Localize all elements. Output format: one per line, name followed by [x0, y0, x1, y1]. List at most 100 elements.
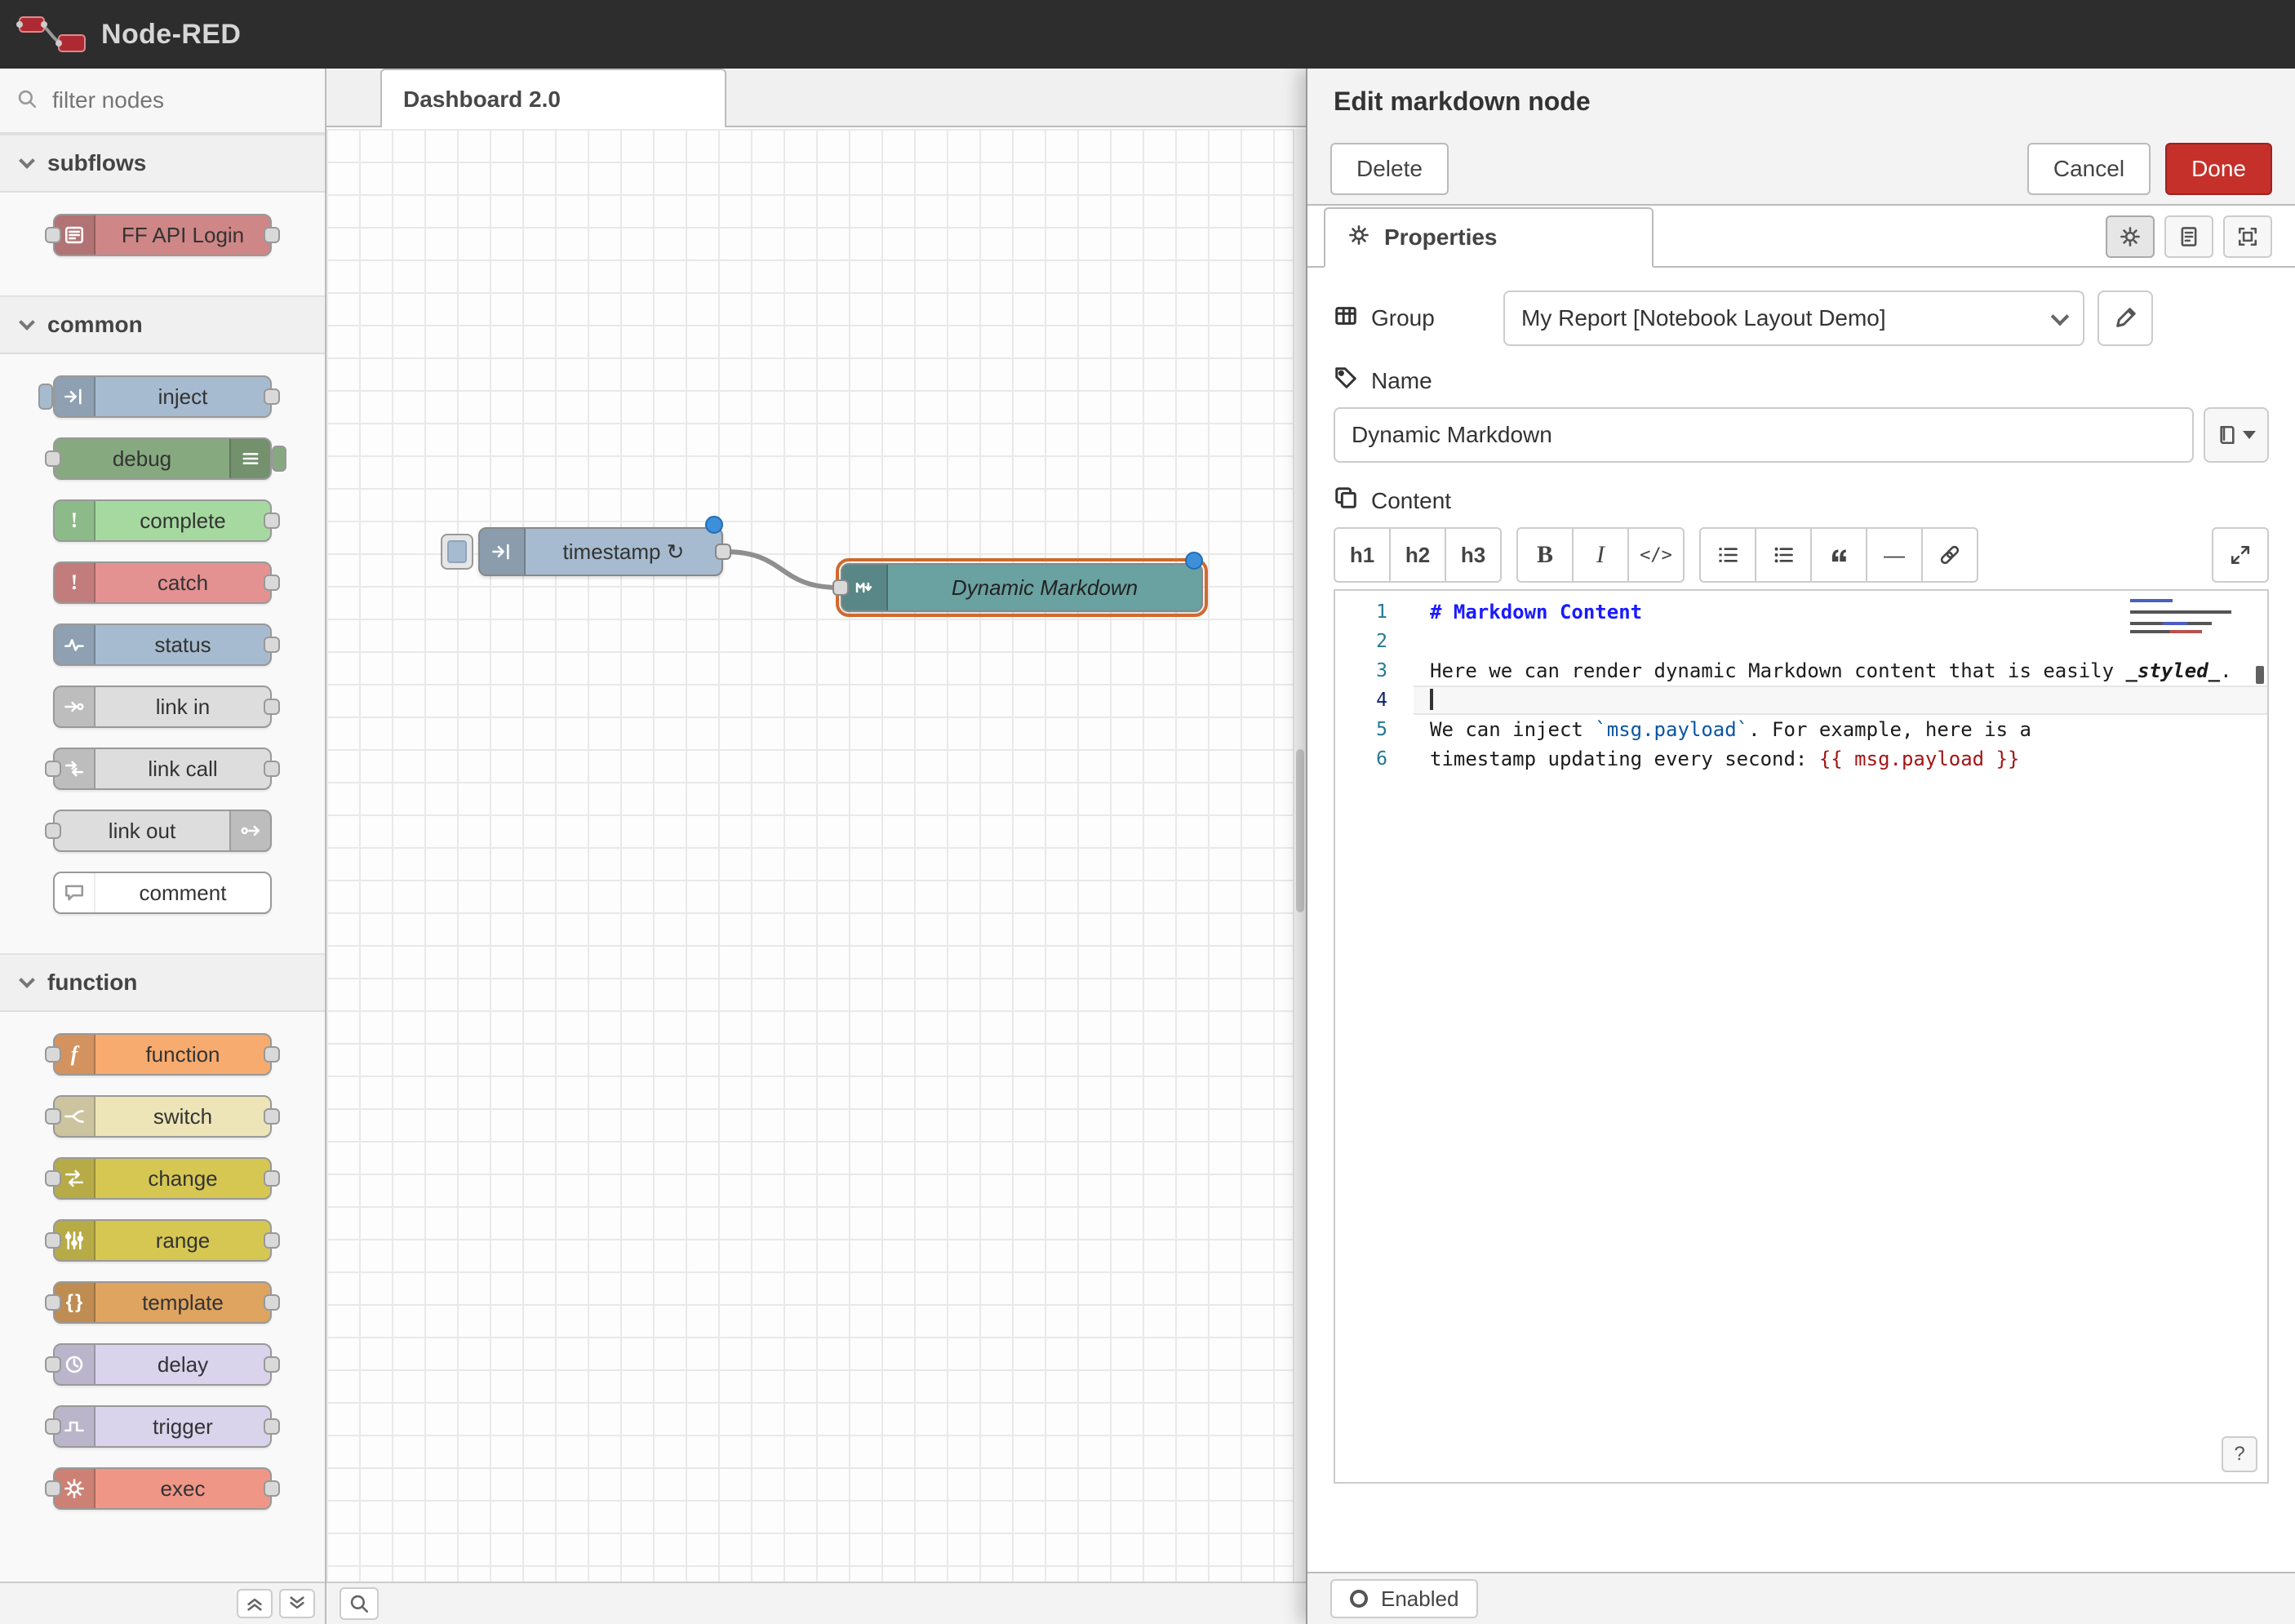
expand-all-categories-button[interactable]	[279, 1589, 315, 1618]
edit-group-pencil-button[interactable]	[2097, 291, 2153, 346]
palette-node-label: link out	[55, 811, 229, 850]
bold-button[interactable]: B	[1516, 527, 1574, 583]
chevron-down-icon	[19, 972, 35, 988]
palette-node-label: template	[95, 1283, 270, 1322]
palette-node-delay[interactable]: delay	[53, 1343, 272, 1386]
palette-node-inject[interactable]: inject	[53, 375, 272, 418]
description-doc-button[interactable]	[2164, 215, 2213, 258]
palette-node-comment[interactable]: comment	[53, 872, 272, 914]
palette-node-change[interactable]: change	[53, 1157, 272, 1200]
palette-search[interactable]	[0, 69, 325, 134]
tag-icon	[1334, 366, 1358, 396]
flow-canvas[interactable]: timestamp ↻ Dynamic Markdown	[326, 129, 1293, 1582]
debug-toggle-nub	[272, 446, 286, 472]
palette-node-function[interactable]: f function	[53, 1033, 272, 1076]
tab-dashboard-2[interactable]: Dashboard 2.0	[380, 69, 726, 127]
palette-node-link-in[interactable]: link in	[53, 686, 272, 728]
palette-node-complete[interactable]: ! complete	[53, 499, 272, 542]
blockquote-button[interactable]	[1810, 527, 1867, 583]
palette-node-template[interactable]: { } template	[53, 1281, 272, 1324]
editor-line-5: 5 We can inject `msg.payload`. For examp…	[1335, 715, 2267, 744]
appearance-layout-button[interactable]	[2223, 215, 2272, 258]
scrollbar-thumb[interactable]	[1296, 749, 1304, 912]
code-line[interactable]: Here we can render dynamic Markdown cont…	[1414, 656, 2267, 686]
markdown-icon	[842, 565, 888, 610]
input-port	[45, 1108, 61, 1125]
italic-button[interactable]: I	[1572, 527, 1629, 583]
tray-tabbar: Properties	[1307, 206, 2295, 268]
collapse-all-categories-button[interactable]	[237, 1589, 273, 1618]
overview-ruler-cursor-mark	[2256, 666, 2264, 684]
tab-properties[interactable]: Properties	[1324, 207, 1654, 268]
navigator-search-button[interactable]	[340, 1587, 379, 1620]
code-button[interactable]: </>	[1627, 527, 1685, 583]
palette-node-label: comment	[95, 873, 270, 912]
line-number: 5	[1335, 715, 1414, 744]
palette-category-common[interactable]: common	[0, 295, 325, 354]
tray-footer: Enabled	[1307, 1572, 2295, 1624]
h2-button[interactable]: h2	[1389, 527, 1446, 583]
output-port	[264, 227, 280, 243]
edit-node-tray: Edit markdown node Delete Cancel Done Pr…	[1306, 69, 2295, 1624]
palette-node-range[interactable]: range	[53, 1219, 272, 1262]
h1-button[interactable]: h1	[1334, 527, 1391, 583]
flow-node-dynamic-markdown[interactable]: Dynamic Markdown	[841, 563, 1203, 612]
wire-layer	[326, 129, 1293, 1582]
h3-button[interactable]: h3	[1445, 527, 1502, 583]
workspace: Dashboard 2.0 timestamp ↻	[326, 69, 1306, 1624]
expand-editor-button[interactable]	[2212, 527, 2269, 583]
name-input[interactable]	[1334, 407, 2194, 463]
code-line[interactable]: timestamp updating every second: {{ msg.…	[1414, 744, 2267, 774]
editor-help-button[interactable]: ?	[2222, 1436, 2257, 1472]
cancel-button[interactable]: Cancel	[2027, 143, 2151, 195]
link-chain-button[interactable]	[1921, 527, 1978, 583]
wire-timestamp-to-markdown[interactable]	[725, 552, 839, 588]
palette-node-switch[interactable]: switch	[53, 1095, 272, 1138]
palette-node-ff-api-login[interactable]: FF API Login	[53, 214, 272, 256]
app-header: Node-RED	[0, 0, 2295, 69]
output-port	[264, 699, 280, 715]
palette-node-debug[interactable]: debug	[53, 437, 272, 480]
tray-tab-icons	[2106, 215, 2272, 258]
input-port[interactable]	[832, 579, 849, 596]
palette-node-status[interactable]: status	[53, 623, 272, 666]
palette-node-link-call[interactable]: link call	[53, 748, 272, 790]
palette-node-exec[interactable]: exec	[53, 1467, 272, 1510]
tray-toolbar: Delete Cancel Done	[1307, 134, 2295, 206]
output-port	[264, 1480, 280, 1497]
palette-category-function[interactable]: function	[0, 953, 325, 1012]
editor-minimap[interactable]	[2130, 599, 2248, 638]
palette-node-link-out[interactable]: link out	[53, 810, 272, 852]
ordered-list-button[interactable]	[1699, 527, 1756, 583]
delete-button[interactable]: Delete	[1330, 143, 1449, 195]
output-port	[264, 1046, 280, 1063]
markdown-code-editor[interactable]: 1 # Markdown Content 2 3 Here we can ren…	[1334, 589, 2269, 1484]
line-number: 3	[1335, 656, 1414, 686]
line-number: 4	[1335, 686, 1414, 715]
editor-line-1: 1 # Markdown Content	[1335, 597, 2267, 627]
name-options-book-button[interactable]	[2204, 407, 2269, 463]
done-button[interactable]: Done	[2165, 143, 2272, 195]
node-red-logo	[16, 12, 88, 56]
horizontal-rule-button[interactable]: —	[1866, 527, 1923, 583]
palette-node-catch[interactable]: ! catch	[53, 561, 272, 604]
code-line[interactable]: We can inject `msg.payload`. For example…	[1414, 715, 2267, 744]
group-select[interactable]: My Report [Notebook Layout Demo]	[1503, 291, 2084, 346]
canvas-vertical-scrollbar[interactable]	[1293, 129, 1306, 1582]
palette-filter-input[interactable]	[49, 86, 277, 115]
unordered-list-button[interactable]	[1755, 527, 1812, 583]
flow-node-timestamp[interactable]: timestamp ↻	[478, 527, 723, 576]
palette-category-subflows[interactable]: subflows	[0, 134, 325, 193]
node-enabled-toggle[interactable]: Enabled	[1330, 1579, 1478, 1618]
output-port[interactable]	[715, 544, 731, 560]
tray-title: Edit markdown node	[1307, 69, 2295, 134]
inject-trigger-button[interactable]	[441, 534, 473, 570]
line-number: 2	[1335, 627, 1414, 656]
editor-line-6: 6 timestamp updating every second: {{ ms…	[1335, 744, 2267, 774]
palette-node-trigger[interactable]: trigger	[53, 1405, 272, 1448]
input-port	[45, 761, 61, 777]
code-line[interactable]	[1414, 686, 2267, 715]
complete-icon: !	[55, 501, 95, 540]
node-settings-gear-button[interactable]	[2106, 215, 2155, 258]
input-port	[45, 1170, 61, 1187]
